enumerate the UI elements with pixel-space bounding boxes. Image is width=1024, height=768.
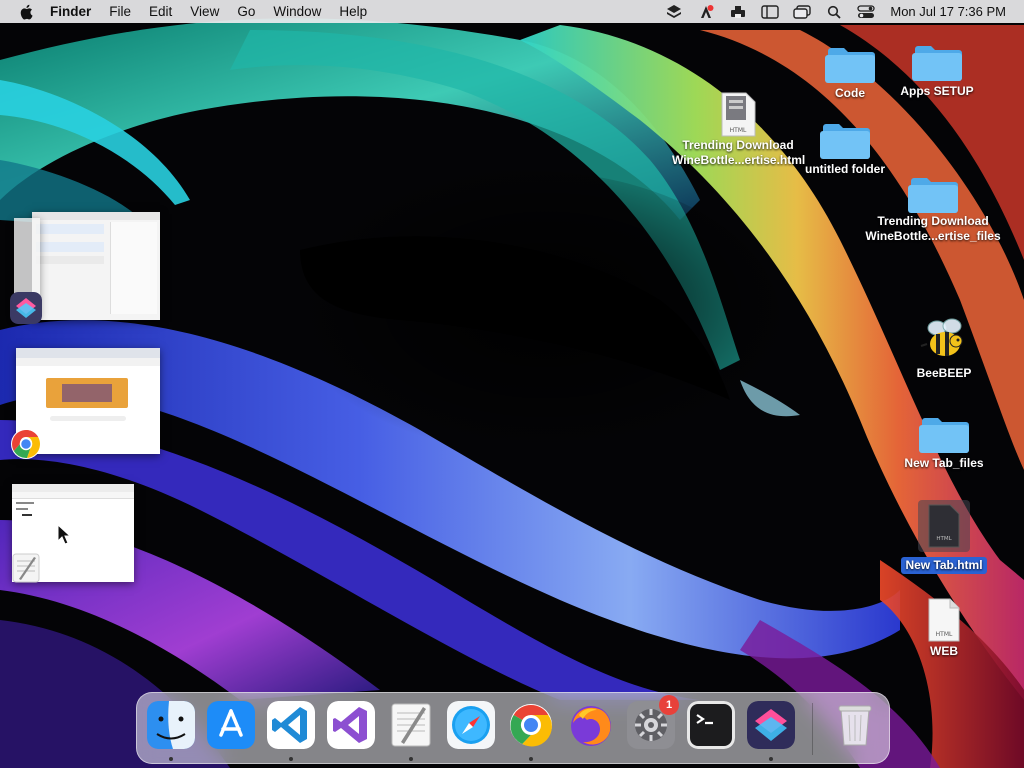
window-icon[interactable] <box>790 0 814 23</box>
bee-icon <box>920 318 963 356</box>
desktop-icon-web[interactable]: HTML WEB <box>889 598 999 660</box>
trash-icon[interactable] <box>831 701 879 749</box>
desktop-icon-untitled-folder[interactable]: untitled folder <box>790 118 900 178</box>
window-thumbnail <box>32 212 160 320</box>
desktop-icon-trending-html[interactable]: HTML Trending Download WineBottle...erti… <box>672 92 806 168</box>
safari-icon[interactable] <box>447 701 495 749</box>
icon-label: Apps SETUP <box>900 84 974 98</box>
dock-item-system-settings[interactable]: 1 <box>627 695 679 749</box>
folder-icon <box>919 418 969 453</box>
menu-window[interactable]: Window <box>264 4 330 19</box>
desktop-icon-new-tab-files[interactable]: New Tab_files <box>889 412 999 472</box>
running-indicator <box>289 757 293 761</box>
mouse-cursor-icon <box>57 524 71 545</box>
icon-label-selected: New Tab.html <box>901 557 987 574</box>
running-indicator <box>769 757 773 761</box>
folder-icon <box>908 178 958 213</box>
icon-label: WEB <box>930 644 958 658</box>
icon-label-line2: WineBottle...ertise.html <box>672 153 806 167</box>
menu-bar: Finder File Edit View Go Window Help Mon… <box>0 0 1024 23</box>
icon-label: Code <box>835 86 865 100</box>
search-icon[interactable] <box>822 0 846 23</box>
shortcuts-icon <box>10 292 42 324</box>
html-file-icon: HTML <box>721 92 756 137</box>
running-indicator <box>529 757 533 761</box>
textedit-icon[interactable] <box>387 701 435 749</box>
folder-icon <box>912 46 962 81</box>
desktop-icon-new-tab-html[interactable]: HTML New Tab.html <box>889 500 999 574</box>
printer-icon[interactable] <box>726 0 750 23</box>
shortcuts-icon[interactable] <box>747 701 795 749</box>
html-file-icon: HTML <box>928 504 960 548</box>
desktop-icon-trending-files[interactable]: Trending Download WineBottle...ertise_fi… <box>862 172 1004 244</box>
running-indicator <box>409 757 413 761</box>
adobe-icon[interactable] <box>694 0 718 23</box>
app-store-icon[interactable] <box>207 701 255 749</box>
dock: 1 <box>136 692 890 764</box>
menu-file[interactable]: File <box>100 4 140 19</box>
finder-icon[interactable] <box>147 701 195 749</box>
folder-icon <box>820 124 870 159</box>
menu-help[interactable]: Help <box>330 4 376 19</box>
running-indicator <box>169 757 173 761</box>
html-file-icon: HTML <box>928 598 960 642</box>
terminal-icon[interactable] <box>687 701 735 749</box>
sidebar-icon[interactable] <box>758 0 782 23</box>
menu-edit[interactable]: Edit <box>140 4 181 19</box>
desktop-icon-apps-setup[interactable]: Apps SETUP <box>882 40 992 100</box>
dock-separator <box>812 703 813 755</box>
vscode-icon[interactable] <box>267 701 315 749</box>
icon-label-line1: Trending Download <box>682 138 794 152</box>
svg-text:HTML: HTML <box>936 536 952 542</box>
textedit-icon <box>12 553 40 583</box>
icon-label: BeeBEEP <box>916 366 972 380</box>
chrome-icon <box>11 429 41 459</box>
folder-icon <box>825 48 875 83</box>
svg-text:HTML: HTML <box>730 127 747 134</box>
menu-go[interactable]: Go <box>228 4 264 19</box>
menubar-clock[interactable]: Mon Jul 17 7:36 PM <box>882 4 1024 19</box>
desktop-icon-beebeep[interactable]: BeeBEEP <box>889 316 999 382</box>
control-center-icon[interactable] <box>854 0 878 23</box>
apple-menu-icon[interactable] <box>18 4 34 20</box>
layers-icon[interactable] <box>662 0 686 23</box>
icon-label-line1: Trending Download <box>877 214 989 228</box>
svg-text:HTML: HTML <box>936 631 953 638</box>
icon-label: New Tab_files <box>904 456 984 470</box>
notification-badge: 1 <box>659 695 679 715</box>
icon-label-line2: WineBottle...ertise_files <box>865 229 1001 243</box>
status-area: Mon Jul 17 7:36 PM <box>658 0 1024 23</box>
firefox-icon[interactable] <box>567 701 615 749</box>
chrome-icon[interactable] <box>507 701 555 749</box>
app-menu-finder[interactable]: Finder <box>44 4 100 19</box>
visual-studio-icon[interactable] <box>327 701 375 749</box>
menu-view[interactable]: View <box>181 4 228 19</box>
